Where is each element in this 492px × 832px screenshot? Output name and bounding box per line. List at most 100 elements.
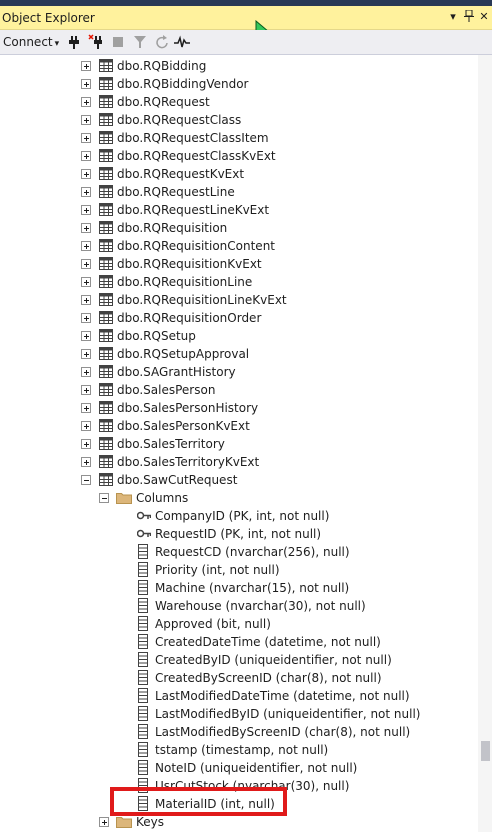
tree-item-table[interactable]: dbo.SalesPerson bbox=[0, 381, 478, 399]
tree-item-table[interactable]: dbo.SalesPersonHistory bbox=[0, 399, 478, 417]
expand-icon[interactable] bbox=[99, 817, 109, 827]
expand-icon[interactable] bbox=[81, 439, 91, 449]
tree-item-table[interactable]: dbo.RQRequisitionOrder bbox=[0, 309, 478, 327]
tree-item-table[interactable]: dbo.RQBidding bbox=[0, 57, 478, 75]
disconnect-icon[interactable] bbox=[88, 34, 104, 50]
expander-vertical-bar bbox=[86, 118, 87, 123]
tree-item-table[interactable]: dbo.SalesTerritory bbox=[0, 435, 478, 453]
tree-item-table[interactable]: dbo.RQRequisition bbox=[0, 219, 478, 237]
tree-item-column[interactable]: CompanyID (PK, int, not null) bbox=[0, 507, 478, 525]
tree-item-column[interactable]: Approved (bit, null) bbox=[0, 615, 478, 633]
tree-item-label: dbo.RQRequisitionLine bbox=[117, 275, 253, 289]
object-explorer-tree[interactable]: dbo.RQBidding dbo.RQBiddingVendor dbo.RQRe… bbox=[0, 55, 478, 832]
tree-item-table[interactable]: dbo.RQRequestClassKvExt bbox=[0, 147, 478, 165]
tree-item-table[interactable]: dbo.RQRequestLine bbox=[0, 183, 478, 201]
close-icon[interactable]: ✕ bbox=[477, 10, 491, 24]
object-explorer-title-bar[interactable]: Object Explorer ▾ ✕ bbox=[0, 6, 492, 30]
tree-item-table[interactable]: dbo.RQRequestLineKvExt bbox=[0, 201, 478, 219]
expand-icon[interactable] bbox=[81, 313, 91, 323]
expand-icon[interactable] bbox=[81, 115, 91, 125]
expand-icon[interactable] bbox=[81, 457, 91, 467]
tree-item-column[interactable]: LastModifiedByID (uniqueidentifier, not … bbox=[0, 705, 478, 723]
expand-icon[interactable] bbox=[81, 331, 91, 341]
expand-icon[interactable] bbox=[81, 61, 91, 71]
tree-item-column[interactable]: LastModifiedByScreenID (char(8), not nul… bbox=[0, 723, 478, 741]
tree-item-table[interactable]: dbo.RQRequestClass bbox=[0, 111, 478, 129]
expand-icon[interactable] bbox=[81, 79, 91, 89]
tree-item-column[interactable]: CreatedDateTime (datetime, not null) bbox=[0, 633, 478, 651]
filter-icon[interactable] bbox=[132, 34, 148, 50]
tree-item-table[interactable]: dbo.SalesPersonKvExt bbox=[0, 417, 478, 435]
tree-item-table[interactable]: dbo.RQSetup bbox=[0, 327, 478, 345]
expand-icon[interactable] bbox=[81, 295, 91, 305]
expand-icon[interactable] bbox=[81, 151, 91, 161]
table-icon bbox=[99, 149, 113, 162]
auto-hide-pin-icon[interactable] bbox=[462, 9, 476, 24]
tree-item-column[interactable]: Priority (int, not null) bbox=[0, 561, 478, 579]
activity-monitor-icon[interactable] bbox=[174, 34, 190, 50]
table-icon bbox=[99, 275, 113, 288]
tree-item-column[interactable]: RequestID (PK, int, not null) bbox=[0, 525, 478, 543]
tree-item-table[interactable]: dbo.SAGrantHistory bbox=[0, 363, 478, 381]
expand-icon[interactable] bbox=[81, 223, 91, 233]
tree-item-table[interactable]: dbo.RQRequisitionKvExt bbox=[0, 255, 478, 273]
tree-item-table[interactable]: dbo.RQSetupApproval bbox=[0, 345, 478, 363]
expand-icon[interactable] bbox=[81, 277, 91, 287]
expand-icon[interactable] bbox=[81, 349, 91, 359]
expand-icon[interactable] bbox=[81, 187, 91, 197]
scrollbar-thumb[interactable] bbox=[481, 741, 490, 761]
tree-item-label: dbo.RQRequestClassKvExt bbox=[117, 149, 276, 163]
tree-item-table[interactable]: dbo.RQBiddingVendor bbox=[0, 75, 478, 93]
expand-icon[interactable] bbox=[81, 241, 91, 251]
expand-icon[interactable] bbox=[81, 97, 91, 107]
tree-item-column[interactable]: CreatedByScreenID (char(8), not null) bbox=[0, 669, 478, 687]
tree-item-table[interactable]: dbo.RQRequest bbox=[0, 93, 478, 111]
tree-item-table[interactable]: dbo.SalesTerritoryKvExt bbox=[0, 453, 478, 471]
table-icon bbox=[99, 167, 113, 180]
tree-item-label: Warehouse (nvarchar(30), not null) bbox=[155, 599, 366, 613]
expander-vertical-bar bbox=[86, 442, 87, 447]
tree-item-label: dbo.SalesPerson bbox=[117, 383, 216, 397]
table-icon bbox=[99, 293, 113, 306]
expander-vertical-bar bbox=[86, 244, 87, 249]
expand-icon[interactable] bbox=[81, 385, 91, 395]
tree-item-columns-folder[interactable]: Columns bbox=[0, 489, 478, 507]
expand-icon[interactable] bbox=[81, 403, 91, 413]
vertical-scrollbar[interactable] bbox=[478, 55, 492, 832]
table-icon bbox=[99, 59, 113, 72]
tree-item-column[interactable]: CreatedByID (uniqueidentifier, not null) bbox=[0, 651, 478, 669]
collapse-icon[interactable] bbox=[99, 493, 109, 503]
tree-item-table[interactable]: dbo.RQRequestKvExt bbox=[0, 165, 478, 183]
object-explorer-toolbar: Connect ▾ bbox=[0, 30, 492, 55]
expand-icon[interactable] bbox=[81, 367, 91, 377]
expander-vertical-bar bbox=[86, 298, 87, 303]
expand-icon[interactable] bbox=[81, 421, 91, 431]
tree-item-column[interactable]: NoteID (uniqueidentifier, not null) bbox=[0, 759, 478, 777]
collapse-icon[interactable] bbox=[81, 475, 91, 485]
tree-item-column[interactable]: tstamp (timestamp, not null) bbox=[0, 741, 478, 759]
tree-item-label: dbo.RQRequestKvExt bbox=[117, 167, 245, 181]
tree-item-column[interactable]: RequestCD (nvarchar(256), null) bbox=[0, 543, 478, 561]
tree-item-table[interactable]: dbo.RQRequestClassItem bbox=[0, 129, 478, 147]
tree-item-table[interactable]: dbo.RQRequisitionContent bbox=[0, 237, 478, 255]
expand-icon[interactable] bbox=[81, 205, 91, 215]
expand-icon[interactable] bbox=[81, 259, 91, 269]
window-position-dropdown-icon[interactable]: ▾ bbox=[446, 10, 460, 24]
expand-icon[interactable] bbox=[81, 169, 91, 179]
connect-button[interactable]: Connect ▾ bbox=[3, 35, 59, 49]
expander-vertical-bar bbox=[86, 136, 87, 141]
tree-item-label: Approved (bit, null) bbox=[155, 617, 271, 631]
connect-plug-icon[interactable] bbox=[66, 34, 82, 50]
tree-item-column[interactable]: Warehouse (nvarchar(30), not null) bbox=[0, 597, 478, 615]
expand-icon[interactable] bbox=[81, 133, 91, 143]
expander-vertical-bar bbox=[86, 100, 87, 105]
refresh-icon[interactable] bbox=[154, 34, 170, 50]
tree-item-column[interactable]: LastModifiedDateTime (datetime, not null… bbox=[0, 687, 478, 705]
tree-item-table[interactable]: dbo.RQRequisitionLineKvExt bbox=[0, 291, 478, 309]
tree-item-column[interactable]: Machine (nvarchar(15), not null) bbox=[0, 579, 478, 597]
expander-vertical-bar bbox=[86, 406, 87, 411]
stop-icon[interactable] bbox=[110, 34, 126, 50]
tree-item-table-expanded[interactable]: dbo.SawCutRequest bbox=[0, 471, 478, 489]
tree-item-table[interactable]: dbo.RQRequisitionLine bbox=[0, 273, 478, 291]
tree-item-label: dbo.RQRequisitionLineKvExt bbox=[117, 293, 287, 307]
